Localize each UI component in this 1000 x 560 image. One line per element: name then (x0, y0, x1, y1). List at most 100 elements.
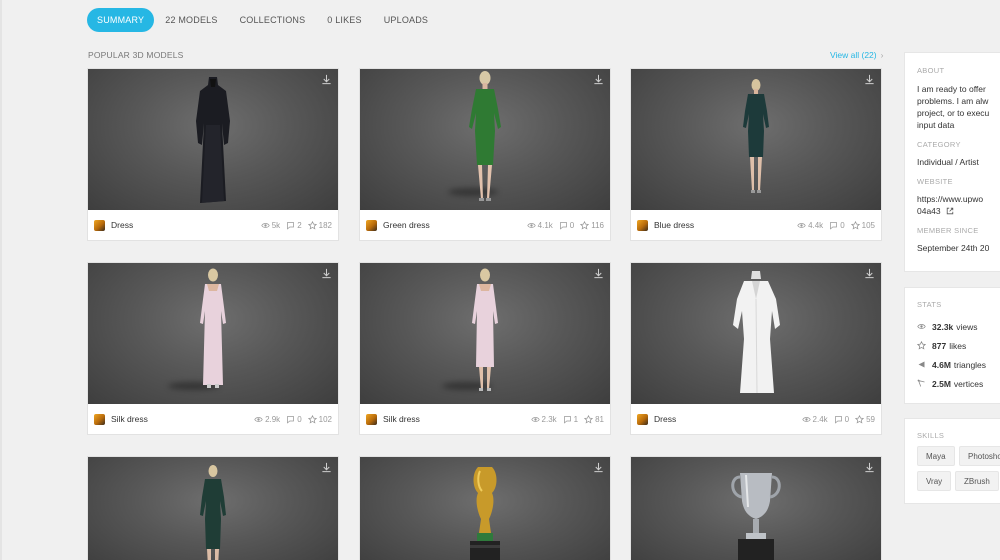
star-icon (850, 220, 860, 229)
model-stats: 2.9k 0 102 (254, 414, 332, 424)
likes-stat: 81 (584, 414, 604, 424)
view-all-label[interactable]: View all (22) (830, 50, 877, 60)
stats-label: STATS (917, 300, 942, 309)
model-name[interactable]: Dress (111, 220, 261, 230)
download-icon[interactable] (864, 74, 875, 85)
author-avatar[interactable] (94, 219, 105, 231)
website-link-continued[interactable]: 04a43 (905, 205, 1000, 217)
author-avatar[interactable] (637, 219, 648, 231)
model-name[interactable]: Silk dress (383, 414, 531, 424)
model-thumbnail[interactable] (88, 263, 338, 404)
model-thumbnail[interactable] (631, 457, 881, 560)
skill-tag[interactable]: ZBrush (955, 471, 999, 491)
likes-count: 105 (861, 220, 875, 230)
download-icon[interactable] (593, 462, 604, 473)
triangle-icon (918, 361, 925, 368)
download-icon[interactable] (864, 268, 875, 279)
download-icon[interactable] (321, 74, 332, 85)
comment-icon (834, 415, 842, 424)
model-name[interactable]: Silk dress (111, 414, 254, 424)
eye-icon (797, 222, 806, 228)
website-label: WEBSITE (917, 177, 953, 186)
model-thumbnail[interactable] (88, 69, 338, 210)
skill-tag[interactable]: Photosho (959, 446, 1000, 466)
model-thumbnail[interactable] (631, 263, 881, 404)
view-all-link[interactable]: View all (22) › (830, 50, 883, 60)
download-icon[interactable] (593, 74, 604, 85)
dark-green-dress-figure (200, 465, 226, 560)
model-card[interactable] (630, 456, 882, 560)
skill-tag[interactable]: Maya (917, 446, 955, 466)
author-avatar[interactable] (94, 413, 105, 425)
model-card[interactable]: Dress 2.4k 0 59 (630, 262, 882, 435)
model-card-footer: Dress 5k 2 182 (88, 210, 338, 240)
silk-dress-figure (472, 268, 498, 391)
chevron-right-icon: › (880, 50, 884, 60)
tab-collections[interactable]: COLLECTIONS (229, 8, 317, 32)
download-icon[interactable] (321, 462, 332, 473)
silk-dress-figure (200, 268, 226, 388)
triangles-stat-row: 4.6M triangles (905, 355, 1000, 374)
about-text-line: project, or to execu (917, 108, 990, 118)
comments-count: 0 (569, 220, 575, 230)
tab-summary[interactable]: SUMMARY (87, 8, 155, 32)
author-avatar[interactable] (366, 413, 377, 425)
skills-label: SKILLS (917, 431, 945, 440)
model-thumbnail[interactable] (360, 457, 610, 560)
model-thumbnail[interactable] (631, 69, 881, 210)
model-card[interactable]: Silk dress 2.9k 0 102 (87, 262, 339, 435)
likes-count: 182 (318, 220, 332, 230)
white-dress-figure (733, 271, 780, 394)
model-stats: 2.4k 0 59 (801, 414, 875, 424)
model-name[interactable]: Green dress (383, 220, 527, 230)
model-card[interactable]: Blue dress 4.4k 0 105 (630, 68, 882, 241)
about-panel: ABOUT I am ready to offer problems. I am… (904, 52, 1000, 272)
views-count: 4.1k (537, 220, 553, 230)
views-stat: 2.3k (530, 415, 557, 424)
blue-dress-figure (743, 79, 769, 193)
comments-stat: 0 (559, 221, 574, 230)
download-icon[interactable] (864, 462, 875, 473)
silver-cup-figure (731, 473, 781, 560)
comments-stat: 0 (829, 221, 845, 230)
download-icon[interactable] (593, 268, 604, 279)
model-card[interactable]: Dress 5k 2 182 (87, 68, 339, 241)
about-text-line: input data (917, 120, 955, 130)
model-card[interactable]: Green dress 4.1k 0 116 (359, 68, 611, 241)
member-since-value: September 24th 20 (917, 243, 990, 253)
tab-models[interactable]: 22 MODELS (154, 8, 228, 32)
website-link-tail[interactable]: 04a43 (917, 206, 941, 216)
about-text-line: problems. I am alw (917, 96, 989, 106)
model-card-footer: Silk dress 2.9k 0 102 (88, 404, 338, 434)
model-thumbnail[interactable] (360, 69, 610, 210)
eye-icon (530, 416, 540, 422)
model-thumbnail[interactable] (88, 457, 338, 560)
eye-icon (917, 324, 926, 329)
author-avatar[interactable] (366, 219, 377, 231)
views-stat: 4.1k (526, 220, 553, 230)
external-link-icon[interactable] (946, 207, 954, 215)
model-card[interactable]: Silk dress 2.3k 1 81 (359, 262, 611, 435)
model-name[interactable]: Blue dress (654, 220, 797, 230)
tab-likes[interactable]: 0 LIKES (316, 8, 372, 32)
eye-icon (254, 416, 263, 422)
model-name[interactable]: Dress (654, 414, 802, 424)
model-card-footer: Green dress 4.1k 0 116 (360, 210, 610, 240)
skill-tag[interactable]: Vray (917, 471, 952, 491)
website-link[interactable]: https://www.upwo (905, 193, 1000, 205)
download-icon[interactable] (321, 268, 332, 279)
section-title: POPULAR 3D MODELS (88, 50, 184, 60)
comments-count: 1 (573, 414, 579, 424)
likes-count: 102 (318, 414, 332, 424)
model-card[interactable] (359, 456, 611, 560)
model-card[interactable] (87, 456, 339, 560)
views-count: 4.4k (808, 220, 824, 230)
likes-stat: 182 (307, 220, 332, 230)
model-thumbnail[interactable] (360, 263, 610, 404)
comments-stat: 0 (286, 415, 302, 424)
model-stats: 4.1k 0 116 (526, 220, 604, 230)
comment-icon (830, 221, 838, 230)
comments-count: 2 (297, 220, 302, 230)
author-avatar[interactable] (637, 413, 648, 425)
tab-uploads[interactable]: UPLOADS (373, 8, 439, 32)
